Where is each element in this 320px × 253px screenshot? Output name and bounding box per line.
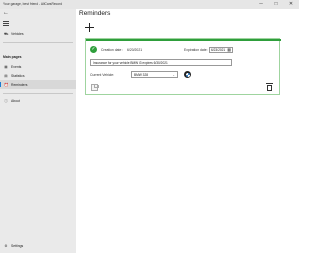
info-icon: ⓘ: [4, 98, 8, 103]
chevron-down-icon: ⌄: [172, 73, 175, 77]
sidebar-item-label: Settings: [11, 243, 24, 248]
delete-icon[interactable]: [266, 83, 273, 91]
sidebar-item-label: Statistics: [11, 73, 25, 78]
vehicle-select[interactable]: BMW 328 ⌄: [131, 71, 178, 78]
close-button[interactable]: ✕: [284, 0, 298, 9]
sidebar: ← ⛟ Vehicles Main pages ▦ Events ▤ Stati…: [0, 9, 76, 253]
title-bar: Your garage, best friend - AllCarsRecord…: [0, 0, 299, 9]
sidebar-item-settings[interactable]: ⚙ Settings: [0, 241, 76, 250]
back-arrow-icon[interactable]: ←: [3, 10, 11, 17]
vehicle-select-value: BMW 328: [134, 73, 148, 77]
car-icon: ⛟: [4, 31, 9, 36]
calendar-icon: ▦: [4, 64, 8, 69]
vehicle-brand-logo: [184, 71, 191, 78]
reminder-icon: ⏰: [4, 82, 9, 87]
creation-date-value: 6/20/2021: [127, 48, 143, 52]
creation-date-label: Creation date :: [101, 48, 124, 52]
gear-icon: ⚙: [4, 243, 8, 248]
reminder-card: ✓ Creation date : 6/20/2021 Expiration d…: [85, 38, 281, 95]
minimize-button[interactable]: ─: [254, 0, 268, 9]
sidebar-item-about[interactable]: ⓘ About: [0, 96, 76, 105]
save-icon[interactable]: [91, 84, 99, 91]
sidebar-divider: [3, 93, 73, 94]
sidebar-item-label: Vehicles: [11, 31, 24, 36]
app-title: Your garage, best friend - AllCarsRecord: [3, 2, 63, 6]
sidebar-item-events[interactable]: ▦ Events: [0, 62, 76, 71]
sidebar-item-vehicles[interactable]: ⛟ Vehicles: [0, 29, 76, 38]
sidebar-section-label: Main pages: [3, 55, 22, 59]
sidebar-item-label: Events: [11, 64, 22, 69]
calendar-picker-icon[interactable]: ▦: [225, 47, 233, 53]
sidebar-divider: [3, 42, 73, 43]
page-title: Reminders: [79, 10, 111, 17]
check-icon: ✓: [90, 46, 97, 53]
sidebar-item-statistics[interactable]: ▤ Statistics: [0, 71, 76, 80]
main-content: Reminders ✓ Creation date : 6/20/2021 Ex…: [76, 9, 299, 253]
vehicle-label: Current Vehicle:: [90, 73, 115, 77]
expiration-date-label: Expiration date:: [184, 48, 208, 52]
sidebar-item-reminders[interactable]: ⏰ Reminders: [0, 80, 76, 89]
maximize-button[interactable]: □: [269, 0, 283, 9]
reminder-status-bar: [86, 39, 281, 41]
add-reminder-button[interactable]: [85, 23, 94, 32]
chart-icon: ▤: [4, 73, 8, 78]
reminder-description-input[interactable]: Insurance for your vehicle BMW i3 expire…: [90, 59, 232, 66]
sidebar-item-label: About: [11, 98, 20, 103]
sidebar-item-label: Reminders: [11, 82, 28, 87]
hamburger-menu-icon[interactable]: [3, 21, 9, 26]
